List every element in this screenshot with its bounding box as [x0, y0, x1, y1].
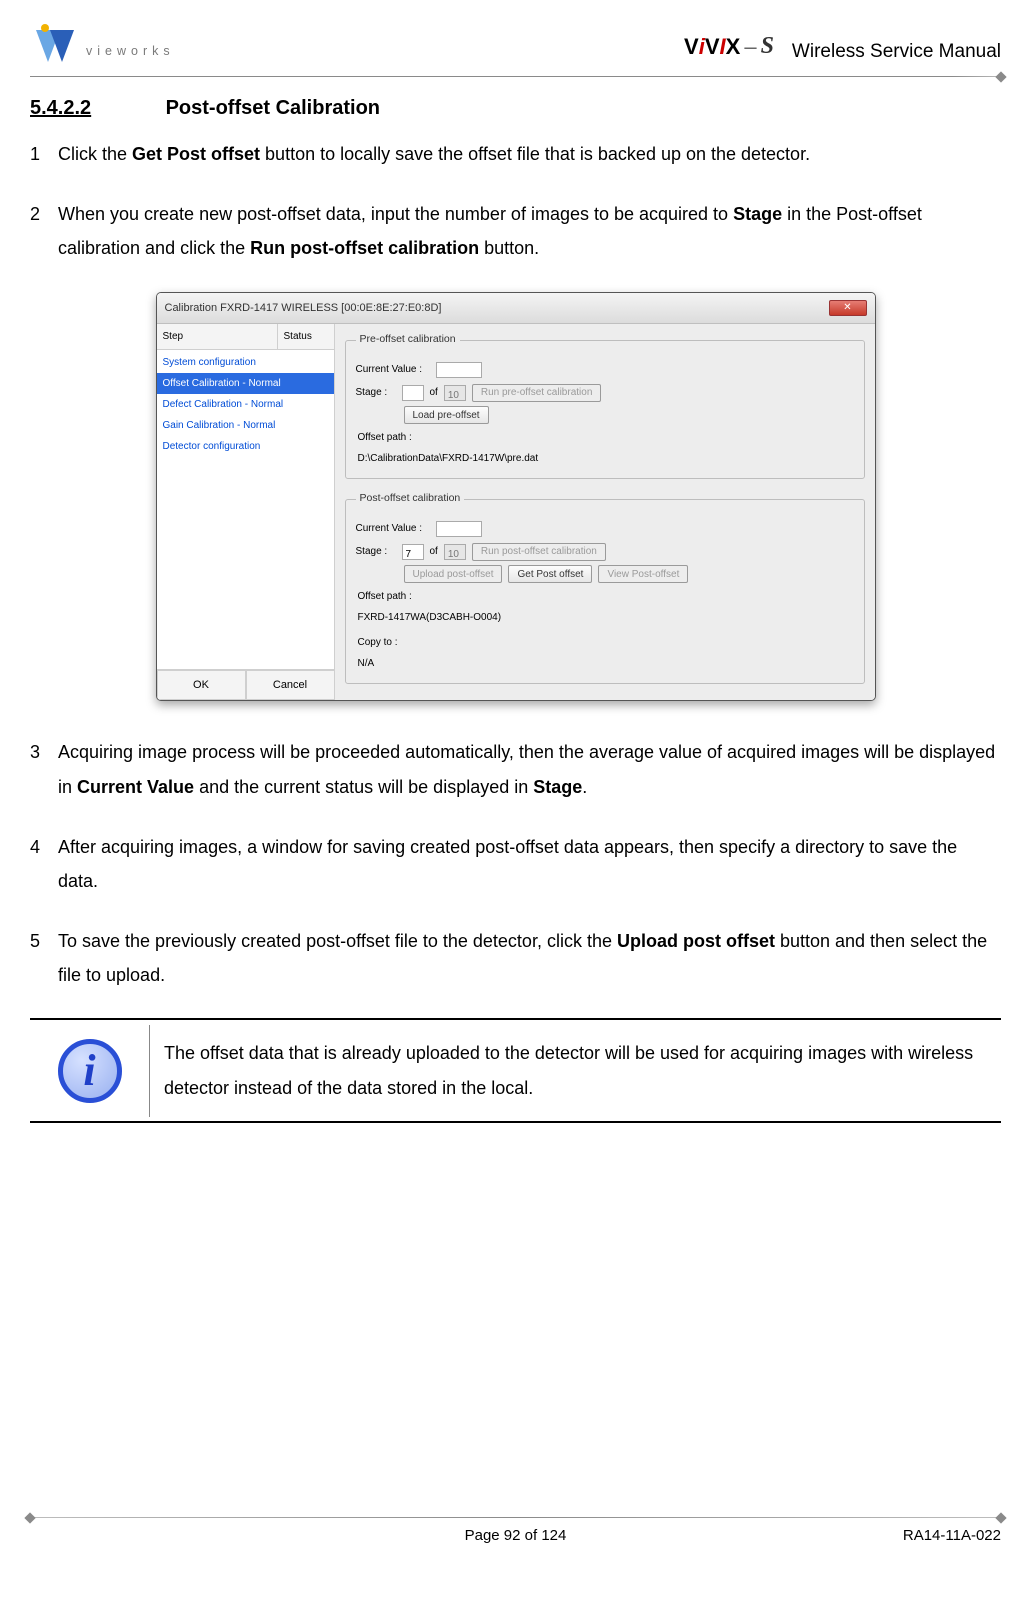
pre-offset-group: Pre-offset calibration Current Value : S…: [345, 330, 865, 479]
dialog-titlebar: Calibration FXRD-1417 WIRELESS [00:0E:8E…: [157, 293, 875, 325]
section-number: 5.4.2.2: [30, 89, 160, 127]
step-row[interactable]: Defect Calibration - Normal: [157, 394, 334, 415]
steps-list-continued: 3 Acquiring image process will be procee…: [30, 735, 1001, 992]
run-pre-offset-button[interactable]: Run pre-offset calibration: [472, 384, 602, 402]
get-post-offset-button[interactable]: Get Post offset: [508, 565, 592, 583]
post-offset-legend: Post-offset calibration: [356, 489, 465, 509]
vieworks-logo: vieworks: [30, 20, 175, 70]
calibration-dialog-screenshot: Calibration FXRD-1417 WIRELESS [00:0E:8E…: [30, 292, 1001, 702]
step-item: 1 Click the Get Post offset button to lo…: [30, 137, 1001, 171]
pre-offset-legend: Pre-offset calibration: [356, 330, 460, 350]
dialog-title: Calibration FXRD-1417 WIRELESS [00:0E:8E…: [165, 298, 442, 319]
step-row-selected[interactable]: Offset Calibration - Normal: [157, 373, 334, 394]
post-offset-group: Post-offset calibration Current Value : …: [345, 489, 865, 684]
section-heading: 5.4.2.2 Post-offset Calibration: [30, 89, 1001, 127]
pre-current-value-input[interactable]: [436, 362, 482, 378]
post-stage-total: 10: [444, 544, 466, 560]
step-list[interactable]: System configuration Offset Calibration …: [157, 350, 334, 669]
section-title: Post-offset Calibration: [166, 89, 380, 127]
step-item: 4 After acquiring images, a window for s…: [30, 830, 1001, 898]
upload-post-offset-button[interactable]: Upload post-offset: [404, 565, 503, 583]
page-number: Page 92 of 124: [30, 1522, 1001, 1551]
step-row[interactable]: Gain Calibration - Normal: [157, 415, 334, 436]
step-item: 3 Acquiring image process will be procee…: [30, 735, 1001, 803]
post-copy-value: N/A: [356, 654, 854, 673]
post-copy-label: Copy to :: [356, 633, 854, 652]
step-list-pane: Step Status System configuration Offset …: [157, 324, 335, 700]
info-icon: i: [58, 1039, 122, 1103]
pre-path-value: D:\CalibrationData\FXRD-1417W\pre.dat: [356, 449, 854, 468]
calibration-dialog: Calibration FXRD-1417 WIRELESS [00:0E:8E…: [156, 292, 876, 702]
vieworks-mark-icon: [30, 20, 80, 70]
load-pre-offset-button[interactable]: Load pre-offset: [404, 406, 489, 424]
pre-stage-total: 10: [444, 385, 466, 401]
pre-stage-input[interactable]: [402, 385, 424, 401]
post-path-value: FXRD-1417WA(D3CABH-O004): [356, 608, 854, 627]
info-note-text: The offset data that is already uploaded…: [150, 1020, 1001, 1120]
pre-stage-label: Stage :: [356, 383, 396, 402]
vieworks-logo-text: vieworks: [86, 40, 175, 64]
step-list-header: Step Status: [157, 324, 334, 350]
footer-rule: [30, 1517, 1001, 1518]
vivix-logo: V i V I X – S: [684, 24, 774, 70]
run-post-offset-button[interactable]: Run post-offset calibration: [472, 543, 606, 561]
doc-title: Wireless Service Manual: [792, 34, 1001, 70]
page-header: vieworks V i V I X – S Wireless Service …: [30, 20, 1001, 74]
post-stage-input[interactable]: 7: [402, 544, 424, 560]
post-path-label: Offset path :: [356, 587, 854, 606]
info-note-box: i The offset data that is already upload…: [30, 1018, 1001, 1122]
page-footer: Page 92 of 124 RA14-11A-022: [30, 1517, 1001, 1551]
step-row[interactable]: Detector configuration: [157, 436, 334, 457]
view-post-offset-button[interactable]: View Post-offset: [598, 565, 688, 583]
pre-current-label: Current Value :: [356, 360, 430, 379]
step-item: 2 When you create new post-offset data, …: [30, 197, 1001, 265]
post-stage-label: Stage :: [356, 542, 396, 561]
step-item: 5 To save the previously created post-of…: [30, 924, 1001, 992]
ok-button[interactable]: OK: [157, 670, 246, 700]
post-current-value-input[interactable]: [436, 521, 482, 537]
close-button[interactable]: ✕: [829, 300, 867, 316]
post-current-label: Current Value :: [356, 519, 430, 538]
steps-list: 1 Click the Get Post offset button to lo…: [30, 137, 1001, 266]
dialog-footer-buttons: OK Cancel: [157, 669, 334, 700]
pre-path-label: Offset path :: [356, 428, 854, 447]
header-rule: [30, 76, 1001, 77]
cancel-button[interactable]: Cancel: [246, 670, 335, 700]
step-row[interactable]: System configuration: [157, 352, 334, 373]
